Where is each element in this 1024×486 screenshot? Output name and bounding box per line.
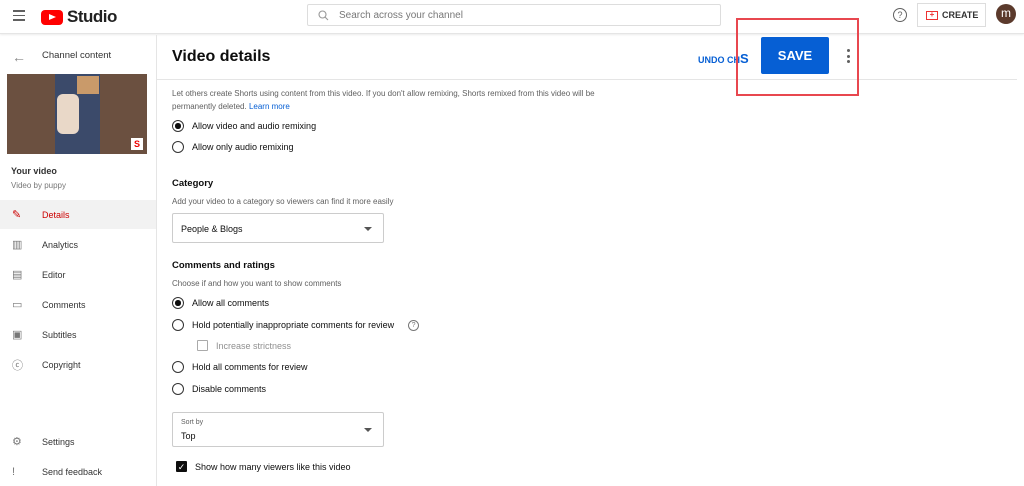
comments-icon: ▭ <box>12 299 23 311</box>
sidebar-item-comments[interactable]: ▭ Comments <box>0 290 156 319</box>
radio-unchecked[interactable] <box>172 141 184 153</box>
radio-checked[interactable] <box>172 120 184 132</box>
sidebar-item-copyright[interactable]: ⓒ Copyright <box>0 350 156 379</box>
shorts-icon: S <box>131 138 143 150</box>
radio-checked[interactable] <box>172 297 184 309</box>
checkbox-checked[interactable]: ✓ <box>176 461 187 472</box>
category-heading: Category <box>172 178 214 189</box>
help-icon[interactable]: ? <box>893 8 907 22</box>
radio-unchecked[interactable] <box>172 319 184 331</box>
pencil-icon: ✎ <box>12 209 22 221</box>
divider <box>157 79 1017 80</box>
copyright-icon: ⓒ <box>12 359 23 372</box>
radio-hold-all-comments[interactable]: Hold all comments for review <box>172 361 308 373</box>
highlight-annotation <box>736 18 859 96</box>
sidebar-item-editor[interactable]: ▤ Editor <box>0 260 156 289</box>
sidebar: ← Channel content S Your video Video by … <box>0 35 157 486</box>
video-title: Video by puppy <box>11 181 67 190</box>
feedback-icon: ! <box>12 465 16 478</box>
checkbox-increase-strictness[interactable]: Increase strictness <box>197 340 291 351</box>
radio-unchecked[interactable] <box>172 383 184 395</box>
video-camera-icon: + <box>926 10 938 20</box>
radio-allow-video-audio-remixing[interactable]: Allow video and audio remixing <box>172 120 316 132</box>
radio-unchecked[interactable] <box>172 361 184 373</box>
category-description: Add your video to a category so viewers … <box>172 197 394 206</box>
your-video-label: Your video <box>11 166 57 176</box>
youtube-studio-logo[interactable]: Studio <box>41 7 117 27</box>
editor-icon: ▤ <box>12 269 23 281</box>
subtitles-icon: ▣ <box>12 329 23 341</box>
checkbox[interactable] <box>197 340 208 351</box>
search-icon <box>318 9 329 20</box>
learn-more-link[interactable]: Learn more <box>249 102 290 111</box>
page-title: Video details <box>172 48 271 65</box>
sidebar-item-settings[interactable]: ⚙ Settings <box>0 427 156 456</box>
back-arrow-icon[interactable]: ← <box>12 49 26 65</box>
dropdown-arrow-icon <box>364 428 372 432</box>
sidebar-item-subtitles[interactable]: ▣ Subtitles <box>0 320 156 349</box>
radio-hold-inappropriate[interactable]: Hold potentially inappropriate comments … <box>172 319 420 331</box>
menu-icon[interactable] <box>13 10 25 24</box>
remix-description-2: permanently deleted. Learn more <box>172 102 290 111</box>
gear-icon: ⚙ <box>12 436 22 448</box>
help-icon[interactable]: ? <box>408 319 420 331</box>
sidebar-item-analytics[interactable]: ▥ Analytics <box>0 230 156 259</box>
radio-allow-all-comments[interactable]: Allow all comments <box>172 297 269 309</box>
comments-description: Choose if and how you want to show comme… <box>172 279 342 288</box>
analytics-icon: ▥ <box>12 239 23 251</box>
dropdown-arrow-icon <box>364 227 372 231</box>
create-button[interactable]: + CREATE <box>917 3 986 27</box>
avatar[interactable]: m <box>996 4 1016 24</box>
channel-content-link[interactable]: Channel content <box>42 50 111 61</box>
sidebar-item-send-feedback[interactable]: ! Send feedback <box>0 457 156 486</box>
radio-disable-comments[interactable]: Disable comments <box>172 383 266 395</box>
radio-allow-audio-remixing[interactable]: Allow only audio remixing <box>172 141 294 153</box>
checkbox-show-likes[interactable]: ✓ Show how many viewers like this video <box>176 461 351 472</box>
remix-description: Let others create Shorts using content f… <box>172 89 595 98</box>
comments-heading: Comments and ratings <box>172 260 275 271</box>
category-select[interactable]: People & Blogs <box>172 213 384 243</box>
search-input[interactable]: Search across your channel <box>307 4 721 26</box>
sort-by-select[interactable]: Sort by Top <box>172 412 384 447</box>
sidebar-item-details[interactable]: ✎ Details <box>0 200 156 229</box>
top-bar: Studio Search across your channel ? + CRE… <box>0 0 1024 34</box>
video-thumbnail[interactable]: S <box>7 74 147 154</box>
youtube-icon <box>41 9 63 25</box>
